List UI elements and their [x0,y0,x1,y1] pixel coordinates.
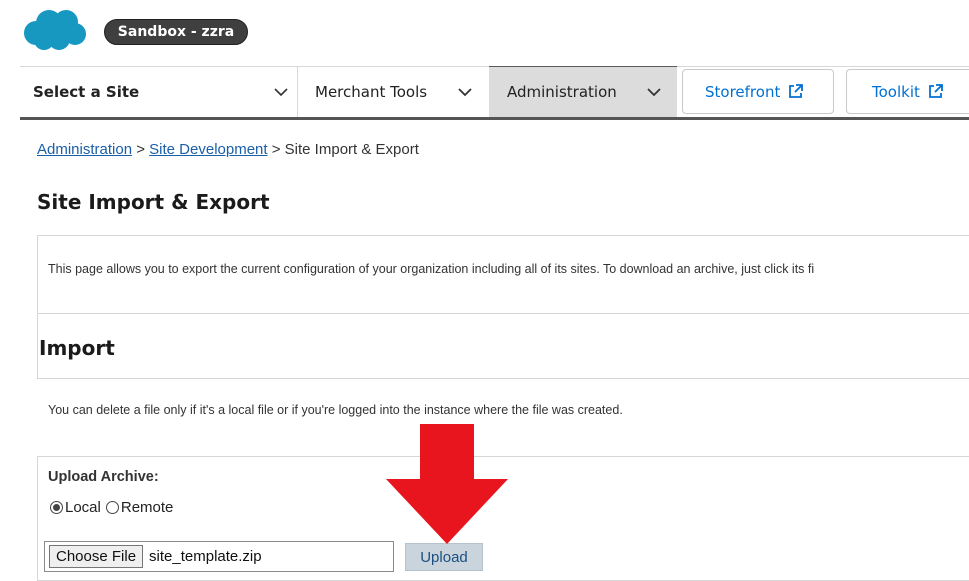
storefront-button[interactable]: Storefront [682,69,834,114]
chevron-down-icon [274,88,288,97]
radio-remote[interactable] [105,501,119,514]
intro-text: This page allows you to export the curre… [48,262,815,276]
site-selector[interactable]: Select a Site [33,67,296,117]
nav-bottom-border [20,117,969,120]
red-down-arrow-icon [386,424,508,544]
nav-administration[interactable]: Administration [489,67,677,117]
toolkit-label: Toolkit [872,82,920,101]
choose-file-button[interactable]: Choose File [49,545,144,568]
upload-archive-label: Upload Archive: [48,469,159,485]
nav-merchant-tools-label: Merchant Tools [315,83,428,101]
breadcrumb-separator: > [271,141,281,158]
nav-merchant-tools[interactable]: Merchant Tools [315,67,487,117]
radio-local[interactable] [50,501,63,514]
upload-button[interactable]: Upload [405,543,483,571]
salesforce-cloud-icon [24,10,86,50]
delete-note: You can delete a file only if it's a loc… [48,403,623,417]
breadcrumb-site-development-link[interactable]: Site Development [149,141,267,158]
sandbox-badge: Sandbox - zzra [104,19,248,45]
breadcrumb-administration-link[interactable]: Administration [37,141,132,158]
upload-source-options: Local Remote [50,499,173,516]
site-selector-label: Select a Site [33,83,140,101]
selected-file-name: site_template.zip [149,548,262,565]
nav-divider [297,67,298,117]
breadcrumb: Administration > Site Development > Site… [37,141,419,158]
chevron-down-icon [458,88,472,97]
external-link-icon [928,84,943,98]
breadcrumb-current: Site Import & Export [284,141,419,158]
nav-administration-label: Administration [507,83,617,101]
radio-local-label: Local [65,499,101,516]
external-link-icon [789,84,804,98]
toolkit-button[interactable]: Toolkit [846,69,969,114]
storefront-label: Storefront [705,82,781,101]
page-title: Site Import & Export [37,190,270,214]
chevron-down-icon [647,88,661,97]
radio-remote-label: Remote [120,499,174,516]
import-header-panel [37,313,969,379]
file-input[interactable]: Choose File site_template.zip [44,541,394,572]
breadcrumb-separator: > [136,141,145,158]
import-heading: Import [39,336,115,360]
